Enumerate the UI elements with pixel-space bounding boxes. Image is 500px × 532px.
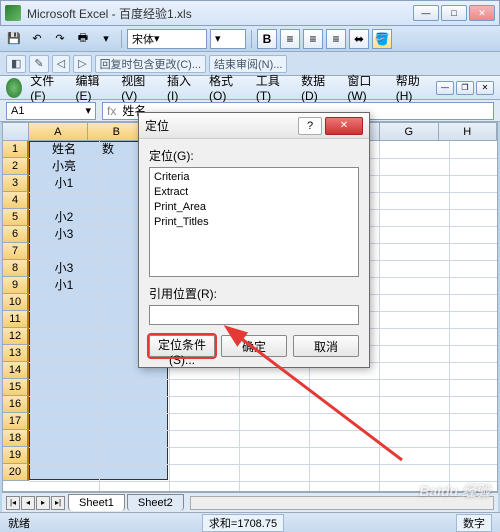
goto-list-item[interactable]: Print_Titles [154, 215, 354, 230]
menu-bar: 文件(F) 编辑(E) 视图(V) 插入(I) 格式(O) 工具(T) 数据(D… [0, 76, 500, 100]
dialog-title: 定位 [145, 117, 298, 134]
window-minimize-button[interactable]: — [413, 5, 439, 21]
special-button[interactable]: 定位条件(S)... [149, 335, 215, 357]
sheet-nav-last-icon[interactable]: ▸| [51, 496, 65, 510]
cell[interactable]: 小1 [29, 277, 99, 294]
dialog-help-button[interactable]: ? [298, 117, 322, 135]
column-header[interactable]: G [380, 123, 439, 141]
menu-format[interactable]: 格式(O) [203, 70, 248, 105]
row-header[interactable]: 5 [3, 209, 29, 226]
align-left-button[interactable]: ≡ [280, 29, 300, 49]
align-center-button[interactable]: ≡ [303, 29, 323, 49]
workbook-restore-button[interactable]: ❐ [456, 81, 474, 95]
column-header[interactable]: A [29, 123, 88, 141]
cell[interactable]: 小3 [29, 260, 99, 277]
status-bar: 就绪 求和=1708.75 数字 [0, 512, 500, 532]
menu-help[interactable]: 帮助(H) [390, 70, 434, 105]
menu-view[interactable]: 视图(V) [115, 70, 159, 105]
column-header[interactable]: H [439, 123, 498, 141]
sheet-nav-prev-icon[interactable]: ◂ [21, 496, 35, 510]
goto-list-item[interactable]: Criteria [154, 170, 354, 185]
row-header[interactable]: 17 [3, 413, 29, 430]
dialog-titlebar[interactable]: 定位 ? ✕ [139, 113, 369, 139]
excel-app-icon [5, 5, 21, 21]
sheet-tab-2[interactable]: Sheet2 [127, 494, 184, 511]
ok-button[interactable]: 确定 [221, 335, 287, 357]
menu-file[interactable]: 文件(F) [24, 70, 67, 105]
dialog-close-button[interactable]: ✕ [325, 117, 363, 135]
cell[interactable]: 姓名 [29, 141, 99, 158]
menu-window[interactable]: 窗口(W) [341, 70, 387, 105]
goto-list[interactable]: CriteriaExtractPrint_AreaPrint_Titles [149, 167, 359, 277]
reference-label: 引用位置(R): [149, 285, 359, 302]
redo-icon[interactable]: ↷ [50, 29, 70, 49]
cell[interactable]: 小3 [29, 226, 99, 243]
save-icon[interactable]: 💾 [4, 29, 24, 49]
menu-data[interactable]: 数据(D) [295, 70, 339, 105]
row-header[interactable]: 9 [3, 277, 29, 294]
watermark: Baidu 经验 [419, 481, 490, 501]
row-header[interactable]: 3 [3, 175, 29, 192]
office-button-icon[interactable] [6, 78, 22, 98]
row-header[interactable]: 15 [3, 379, 29, 396]
workbook-close-button[interactable]: ✕ [476, 81, 494, 95]
row-header[interactable]: 1 [3, 141, 29, 158]
menu-insert[interactable]: 插入(I) [161, 70, 201, 105]
row-header[interactable]: 10 [3, 294, 29, 311]
row-header[interactable]: 14 [3, 362, 29, 379]
cancel-button[interactable]: 取消 [293, 335, 359, 357]
merge-cells-button[interactable]: ⬌ [349, 29, 369, 49]
row-header[interactable]: 2 [3, 158, 29, 175]
undo-icon[interactable]: ↶ [27, 29, 47, 49]
row-header[interactable]: 12 [3, 328, 29, 345]
print-icon[interactable]: 🖶 [73, 29, 93, 49]
cell[interactable]: 小1 [29, 175, 99, 192]
dropdown-icon[interactable]: ▾ [96, 29, 116, 49]
goto-list-label: 定位(G): [149, 147, 359, 164]
row-header[interactable]: 19 [3, 447, 29, 464]
row-header[interactable]: 18 [3, 430, 29, 447]
bold-button[interactable]: B [257, 29, 277, 49]
font-size-select[interactable]: ▾ [210, 29, 246, 49]
font-name-select[interactable]: 宋体▾ [127, 29, 207, 49]
align-right-button[interactable]: ≡ [326, 29, 346, 49]
window-maximize-button[interactable]: □ [441, 5, 467, 21]
workbook-minimize-button[interactable]: — [436, 81, 454, 95]
goto-list-item[interactable]: Print_Area [154, 200, 354, 215]
row-header[interactable]: 11 [3, 311, 29, 328]
row-header[interactable]: 13 [3, 345, 29, 362]
row-header[interactable]: 6 [3, 226, 29, 243]
row-header[interactable]: 7 [3, 243, 29, 260]
sheet-nav-first-icon[interactable]: |◂ [6, 496, 20, 510]
window-title: Microsoft Excel - 百度经验1.xls [27, 5, 413, 22]
window-titlebar: Microsoft Excel - 百度经验1.xls — □ ✕ [0, 0, 500, 26]
row-header[interactable]: 20 [3, 464, 29, 481]
name-box[interactable]: A1▾ [6, 102, 96, 120]
select-all-corner[interactable] [3, 123, 29, 141]
reference-input[interactable] [149, 305, 359, 325]
goto-dialog: 定位 ? ✕ 定位(G): CriteriaExtractPrint_AreaP… [138, 112, 370, 368]
menu-edit[interactable]: 编辑(E) [70, 70, 114, 105]
row-header[interactable]: 16 [3, 396, 29, 413]
row-header[interactable]: 4 [3, 192, 29, 209]
goto-list-item[interactable]: Extract [154, 185, 354, 200]
quick-access-toolbar: 💾 ↶ ↷ 🖶 ▾ 宋体▾ ▾ B ≡ ≡ ≡ ⬌ 🪣 [0, 26, 500, 52]
fill-color-button[interactable]: 🪣 [372, 29, 392, 49]
row-header[interactable]: 8 [3, 260, 29, 277]
menu-tools[interactable]: 工具(T) [250, 70, 293, 105]
cell[interactable]: 小2 [29, 209, 99, 226]
sheet-tab-1[interactable]: Sheet1 [68, 494, 125, 511]
cell[interactable]: 小亮 [29, 158, 99, 175]
window-close-button[interactable]: ✕ [469, 5, 495, 21]
sheet-nav-next-icon[interactable]: ▸ [36, 496, 50, 510]
